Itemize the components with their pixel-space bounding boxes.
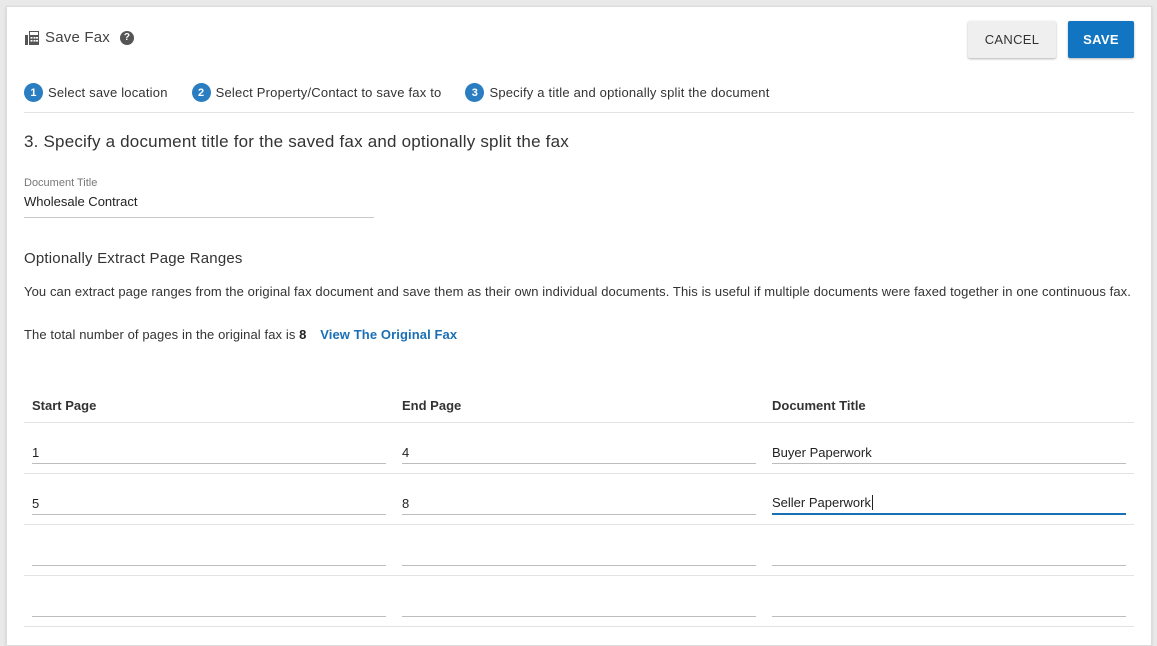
row-document-title-input[interactable]: Buyer Paperwork <box>772 441 1126 464</box>
table-cell <box>24 525 394 566</box>
input-text: Seller Paperwork <box>772 495 871 510</box>
section-heading: 3. Specify a document title for the save… <box>24 132 569 151</box>
step-1[interactable]: 1 Select save location <box>24 83 168 102</box>
row-document-title-input[interactable] <box>772 594 1126 617</box>
table-row <box>24 576 1134 627</box>
end-page-input[interactable] <box>402 594 756 617</box>
document-title-input[interactable]: Wholesale Contract <box>24 194 374 218</box>
help-icon[interactable]: ? <box>119 30 134 45</box>
table-row <box>24 525 1134 576</box>
table-cell: 5 <box>24 474 394 515</box>
table-header: Start Page End Page Document Title <box>24 389 1134 423</box>
text-caret <box>872 495 873 510</box>
table-cell: 4 <box>394 423 764 464</box>
step-label: Specify a title and optionally split the… <box>489 85 770 100</box>
table-cell <box>24 576 394 617</box>
table-cell: 1 <box>24 423 394 464</box>
cancel-button[interactable]: CANCEL <box>968 21 1056 58</box>
table-cell: Seller Paperwork <box>764 474 1134 515</box>
extract-heading: Optionally Extract Page Ranges <box>24 250 243 267</box>
column-header-start-page: Start Page <box>32 398 97 413</box>
start-page-input[interactable] <box>32 594 386 617</box>
table-row: 1 4 Buyer Paperwork <box>24 423 1134 474</box>
wizard-steps: 1 Select save location 2 Select Property… <box>24 83 794 102</box>
title-row: Save Fax ? <box>24 29 134 46</box>
column-header-end-page: End Page <box>402 398 462 413</box>
table-cell <box>394 525 764 566</box>
table-cell: 8 <box>394 474 764 515</box>
table-cell <box>764 525 1134 566</box>
start-page-input[interactable] <box>32 543 386 566</box>
step-label: Select save location <box>48 85 168 100</box>
step-number-badge: 3 <box>465 83 485 102</box>
page-ranges-table: Start Page End Page Document Title 1 4 B… <box>24 389 1134 627</box>
start-page-input[interactable]: 5 <box>32 492 386 515</box>
step-2[interactable]: 2 Select Property/Contact to save fax to <box>191 83 442 102</box>
row-document-title-input[interactable]: Seller Paperwork <box>772 492 1126 515</box>
total-pages-line: The total number of pages in the origina… <box>24 327 457 342</box>
table-row: 5 8 Seller Paperwork <box>24 474 1134 525</box>
page-title: Save Fax <box>45 29 110 46</box>
fax-icon <box>24 30 40 46</box>
end-page-input[interactable]: 4 <box>402 441 756 464</box>
step-number-badge: 2 <box>191 83 211 102</box>
column-header-document-title: Document Title <box>772 398 866 413</box>
table-cell: Buyer Paperwork <box>764 423 1134 464</box>
extract-description: You can extract page ranges from the ori… <box>24 284 1131 299</box>
end-page-input[interactable]: 8 <box>402 492 756 515</box>
start-page-input[interactable]: 1 <box>32 441 386 464</box>
step-number-badge: 1 <box>24 83 43 102</box>
total-pages-text: The total number of pages in the origina… <box>24 327 296 342</box>
save-fax-panel: Save Fax ? CANCEL SAVE 1 Select save loc… <box>6 6 1152 646</box>
divider <box>24 112 1134 113</box>
step-label: Select Property/Contact to save fax to <box>215 85 442 100</box>
document-title-label: Document Title <box>24 177 98 189</box>
step-3[interactable]: 3 Specify a title and optionally split t… <box>465 83 769 102</box>
save-button[interactable]: SAVE <box>1068 21 1134 58</box>
table-cell <box>394 576 764 617</box>
total-pages-count: 8 <box>299 327 307 342</box>
table-cell <box>764 576 1134 617</box>
row-document-title-input[interactable] <box>772 543 1126 566</box>
end-page-input[interactable] <box>402 543 756 566</box>
view-original-fax-link[interactable]: View The Original Fax <box>320 327 457 342</box>
